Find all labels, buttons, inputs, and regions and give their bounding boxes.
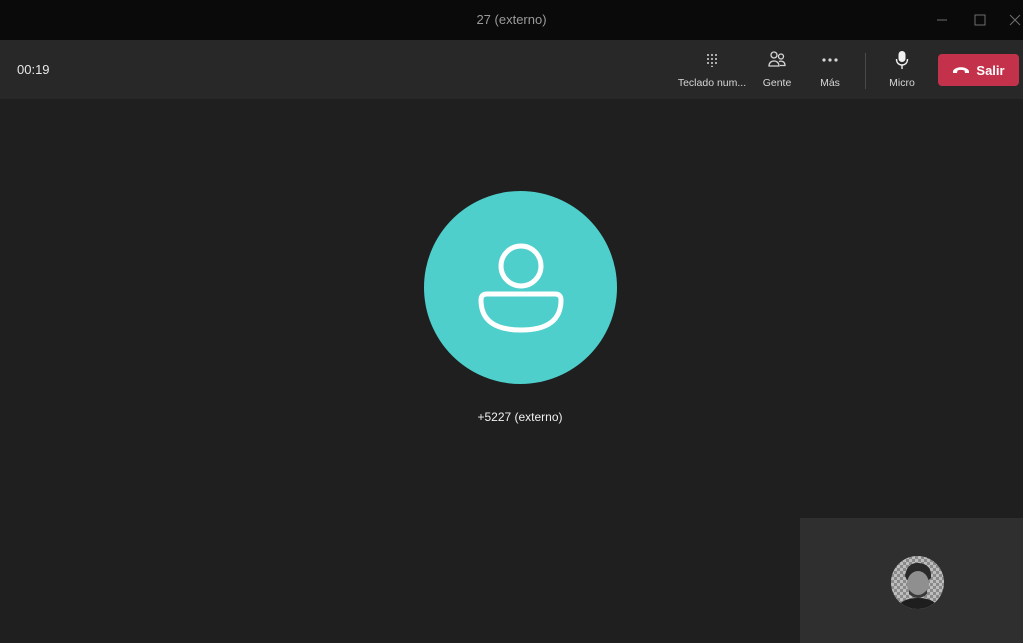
- toolbar-divider: [865, 53, 866, 89]
- leave-call-button[interactable]: Salir: [938, 54, 1019, 86]
- more-button[interactable]: Más: [812, 48, 848, 92]
- caller-avatar: [424, 191, 617, 384]
- microphone-icon: [895, 48, 909, 72]
- hang-up-icon: [952, 61, 970, 79]
- person-icon: [477, 243, 564, 333]
- self-avatar: [891, 556, 944, 609]
- close-button[interactable]: [1004, 9, 1023, 31]
- dialpad-button[interactable]: Teclado num...: [677, 48, 747, 92]
- people-button[interactable]: Gente: [757, 48, 797, 92]
- window-title: 27 (externo): [476, 12, 547, 27]
- leave-call-label: Salir: [976, 62, 1005, 78]
- more-label: Más: [820, 77, 840, 89]
- maximize-button[interactable]: [969, 9, 991, 31]
- caller-name: +5227 (externo): [477, 410, 563, 424]
- maximize-icon: [974, 14, 986, 26]
- title-bar: 27 (externo): [0, 0, 1023, 40]
- dialpad-label: Teclado num...: [677, 77, 747, 89]
- dialpad-icon: [705, 48, 719, 72]
- call-toolbar: 00:19: [0, 40, 1023, 99]
- minimize-button[interactable]: [931, 9, 953, 31]
- people-label: Gente: [762, 77, 792, 89]
- call-timer: 00:19: [17, 62, 50, 77]
- mic-button[interactable]: Micro: [882, 48, 922, 92]
- user-photo: [891, 556, 944, 609]
- mic-label: Micro: [889, 77, 915, 89]
- more-options-icon: [821, 48, 839, 72]
- minimize-icon: [937, 19, 947, 21]
- people-icon: [767, 48, 787, 72]
- close-icon: [1009, 14, 1021, 26]
